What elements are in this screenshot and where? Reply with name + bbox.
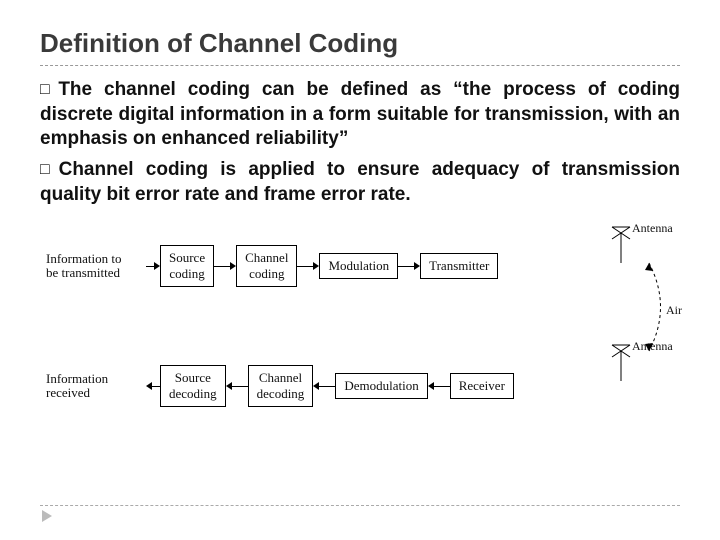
source-decoding-box: Source decoding <box>160 365 226 407</box>
bullet-icon: □ <box>40 161 59 178</box>
tx-chain: Information to be transmitted Source cod… <box>46 245 498 287</box>
channel-decoding-box: Channel decoding <box>248 365 314 407</box>
source-coding-box: Source coding <box>160 245 214 287</box>
arrow-right-icon <box>297 261 319 271</box>
receiver-box: Receiver <box>450 373 514 399</box>
arrow-left-icon <box>313 381 335 391</box>
bullet-lead: Channel <box>59 159 134 180</box>
bullet-item: □The channel coding can be defined as “t… <box>40 78 680 152</box>
tx-info-label: Information to be transmitted <box>46 252 146 282</box>
bullet-icon: □ <box>40 81 58 98</box>
slide: Definition of Channel Coding □The channe… <box>0 0 720 540</box>
block-diagram: Information to be transmitted Source cod… <box>40 225 680 435</box>
slide-title: Definition of Channel Coding <box>40 28 680 59</box>
air-label: Air <box>666 303 682 318</box>
bullet-lead: The <box>58 79 92 100</box>
arrow-left-icon <box>146 381 160 391</box>
bullet-text: channel coding can be defined as “the pr… <box>40 79 680 149</box>
text: be transmitted <box>46 265 120 280</box>
antenna-label: Antenna <box>632 221 673 236</box>
demodulation-box: Demodulation <box>335 373 427 399</box>
text: Information to <box>46 251 121 266</box>
rx-info-label: Information received <box>46 372 146 402</box>
title-divider <box>40 65 680 66</box>
tx-antenna: Antenna <box>606 225 676 265</box>
bullet-list: □The channel coding can be defined as “t… <box>40 78 680 207</box>
bullet-text: coding is applied to ensure adequacy of … <box>40 159 680 205</box>
channel-coding-box: Channel coding <box>236 245 297 287</box>
text: Information <box>46 371 108 386</box>
text: received <box>46 385 90 400</box>
transmitter-box: Transmitter <box>420 253 498 279</box>
arrow-right-icon <box>146 261 160 271</box>
footer-marker-icon <box>42 510 52 522</box>
arrow-right-icon <box>214 261 236 271</box>
bullet-item: □Channel coding is applied to ensure ade… <box>40 158 680 207</box>
arrow-right-icon <box>398 261 420 271</box>
modulation-box: Modulation <box>319 253 398 279</box>
arrow-left-icon <box>428 381 450 391</box>
rx-chain: Information received Source decoding Cha… <box>46 365 514 407</box>
arrow-left-icon <box>226 381 248 391</box>
footer-divider <box>40 505 680 506</box>
